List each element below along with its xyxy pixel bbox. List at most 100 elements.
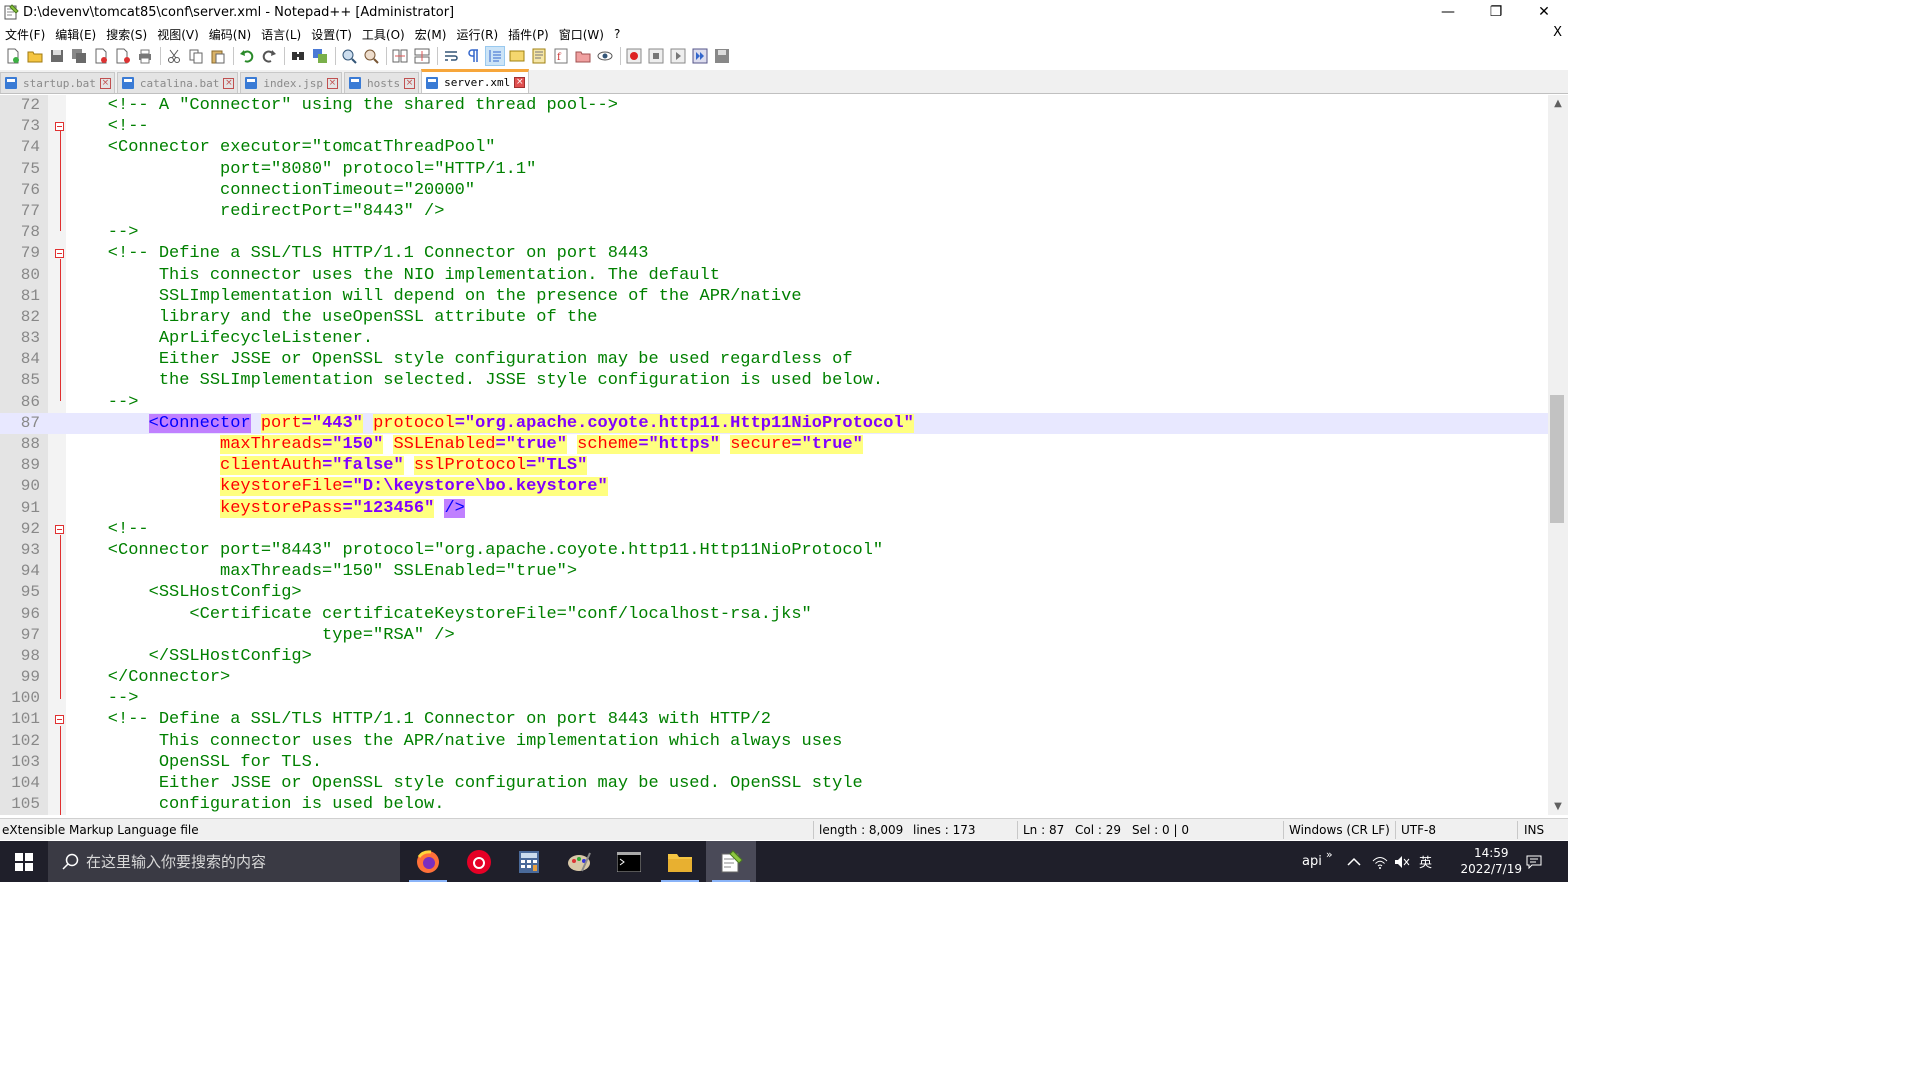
menu-help[interactable]: ? bbox=[609, 27, 625, 41]
tab-close-icon[interactable]: × bbox=[404, 77, 416, 89]
copy-icon[interactable] bbox=[186, 46, 206, 66]
folder-as-workspace-icon[interactable] bbox=[573, 46, 593, 66]
code-line[interactable]: 82 library and the useOpenSSL attribute … bbox=[0, 307, 1548, 328]
code-line[interactable]: 88 maxThreads="150" SSLEnabled="true" sc… bbox=[0, 434, 1548, 455]
code-line[interactable]: 94 maxThreads="150" SSLEnabled="true"> bbox=[0, 561, 1548, 582]
code-line[interactable]: 104 Either JSSE or OpenSSL style configu… bbox=[0, 773, 1548, 794]
code-line[interactable]: 89 clientAuth="false" sslProtocol="TLS" bbox=[0, 455, 1548, 476]
volume-muted-icon[interactable] bbox=[1394, 841, 1410, 882]
macro-save-icon[interactable] bbox=[712, 46, 732, 66]
code-line[interactable]: 84 Either JSSE or OpenSSL style configur… bbox=[0, 349, 1548, 370]
menu-settings[interactable]: 设置(T) bbox=[306, 26, 357, 43]
close-button[interactable]: ✕ bbox=[1520, 0, 1568, 24]
code-line[interactable]: 95 <SSLHostConfig> bbox=[0, 582, 1548, 603]
code-line[interactable]: 85 the SSLImplementation selected. JSSE … bbox=[0, 370, 1548, 391]
word-wrap-icon[interactable] bbox=[441, 46, 461, 66]
menu-edit[interactable]: 编辑(E) bbox=[50, 26, 101, 43]
code-line[interactable]: 97 type="RSA" /> bbox=[0, 625, 1548, 646]
tab-index-jsp[interactable]: index.jsp × bbox=[240, 72, 342, 93]
taskbar-file-explorer[interactable] bbox=[655, 841, 705, 882]
fold-toggle-icon[interactable] bbox=[55, 249, 64, 259]
code-line[interactable]: 79 <!-- Define a SSL/TLS HTTP/1.1 Connec… bbox=[0, 243, 1548, 264]
close-all-icon[interactable] bbox=[113, 46, 133, 66]
menu-tools[interactable]: 工具(O) bbox=[357, 26, 410, 43]
find-icon[interactable] bbox=[288, 46, 308, 66]
document-map-icon[interactable] bbox=[529, 46, 549, 66]
code-line[interactable]: 86 --> bbox=[0, 392, 1548, 413]
code-line[interactable]: 72 <!-- A "Connector" using the shared t… bbox=[0, 95, 1548, 116]
maximize-button[interactable]: ❐ bbox=[1472, 0, 1520, 24]
taskbar-notepadpp[interactable] bbox=[706, 841, 756, 882]
scroll-up-icon[interactable]: ▲ bbox=[1548, 95, 1568, 112]
tab-close-icon[interactable]: × bbox=[514, 77, 526, 88]
tray-api[interactable]: api » bbox=[1302, 841, 1333, 882]
sync-horizontal-icon[interactable] bbox=[412, 46, 432, 66]
scroll-down-icon[interactable]: ▼ bbox=[1548, 798, 1568, 815]
code-line[interactable]: 74 <Connector executor="tomcatThreadPool… bbox=[0, 137, 1548, 158]
redo-icon[interactable] bbox=[259, 46, 279, 66]
notification-icon[interactable] bbox=[1526, 841, 1542, 882]
menu-window[interactable]: 窗口(W) bbox=[554, 26, 609, 43]
fold-toggle-icon[interactable] bbox=[55, 524, 64, 534]
code-line[interactable]: 77 redirectPort="8443" /> bbox=[0, 201, 1548, 222]
macro-play-icon[interactable] bbox=[668, 46, 688, 66]
indent-guide-icon[interactable] bbox=[485, 46, 505, 66]
save-all-icon[interactable] bbox=[69, 46, 89, 66]
macro-stop-icon[interactable] bbox=[646, 46, 666, 66]
close-file-icon[interactable] bbox=[91, 46, 111, 66]
start-button[interactable] bbox=[0, 841, 48, 882]
macro-play-multiple-icon[interactable] bbox=[690, 46, 710, 66]
cut-icon[interactable] bbox=[164, 46, 184, 66]
code-line[interactable]: 81 SSLImplementation will depend on the … bbox=[0, 286, 1548, 307]
taskbar-firefox[interactable] bbox=[403, 841, 453, 882]
tab-server-xml[interactable]: server.xml × bbox=[421, 69, 530, 93]
code-line[interactable]: 92 <!-- bbox=[0, 519, 1548, 540]
menu-language[interactable]: 语言(L) bbox=[256, 26, 306, 43]
tab-close-icon[interactable]: × bbox=[99, 77, 111, 89]
tab-startup-bat[interactable]: startup.bat × bbox=[0, 72, 115, 93]
wifi-icon[interactable] bbox=[1372, 841, 1388, 882]
code-line[interactable]: 98 </SSLHostConfig> bbox=[0, 646, 1548, 667]
tab-close-icon[interactable]: × bbox=[326, 77, 338, 89]
function-list-icon[interactable]: f bbox=[551, 46, 571, 66]
code-line[interactable]: 83 AprLifecycleListener. bbox=[0, 328, 1548, 349]
code-line[interactable]: 73 <!-- bbox=[0, 116, 1548, 137]
menu-encoding[interactable]: 编码(N) bbox=[204, 26, 256, 43]
taskbar-netease-music[interactable] bbox=[454, 841, 504, 882]
code-line[interactable]: 99 </Connector> bbox=[0, 667, 1548, 688]
vertical-scrollbar[interactable]: ▲ ▼ bbox=[1548, 95, 1568, 815]
taskbar-terminal[interactable] bbox=[604, 841, 654, 882]
macro-record-icon[interactable] bbox=[624, 46, 644, 66]
undo-icon[interactable] bbox=[237, 46, 257, 66]
code-line[interactable]: 103 OpenSSL for TLS. bbox=[0, 752, 1548, 773]
menu-view[interactable]: 视图(V) bbox=[152, 26, 204, 43]
ime-indicator[interactable]: 英 bbox=[1419, 841, 1432, 882]
minimize-button[interactable]: — bbox=[1424, 0, 1472, 24]
replace-icon[interactable] bbox=[310, 46, 330, 66]
code-line[interactable]: 91 keystorePass="123456" /> bbox=[0, 498, 1548, 519]
tab-catalina-bat[interactable]: catalina.bat × bbox=[116, 72, 239, 93]
tab-close-icon[interactable]: × bbox=[223, 77, 235, 89]
code-line[interactable]: 100 --> bbox=[0, 688, 1548, 709]
fold-toggle-icon[interactable] bbox=[55, 122, 64, 132]
code-line[interactable]: 101 <!-- Define a SSL/TLS HTTP/1.1 Conne… bbox=[0, 709, 1548, 730]
code-line[interactable]: 102 This connector uses the APR/native i… bbox=[0, 731, 1548, 752]
code-line[interactable]: 75 port="8080" protocol="HTTP/1.1" bbox=[0, 159, 1548, 180]
code-line[interactable]: 90 keystoreFile="D:\keystore\bo.keystore… bbox=[0, 476, 1548, 497]
new-file-icon[interactable] bbox=[3, 46, 23, 66]
zoom-out-icon[interactable] bbox=[361, 46, 381, 66]
save-icon[interactable] bbox=[47, 46, 67, 66]
menu-plugins[interactable]: 插件(P) bbox=[503, 26, 554, 43]
open-file-icon[interactable] bbox=[25, 46, 45, 66]
tab-hosts[interactable]: hosts × bbox=[343, 72, 420, 93]
code-line[interactable]: 87 <Connector port="443" protocol="org.a… bbox=[0, 412, 1548, 434]
code-line[interactable]: 105 configuration is used below. bbox=[0, 794, 1548, 815]
code-line[interactable]: 76 connectionTimeout="20000" bbox=[0, 180, 1548, 201]
paste-icon[interactable] bbox=[208, 46, 228, 66]
print-icon[interactable] bbox=[135, 46, 155, 66]
editor-area[interactable]: 72 <!-- A "Connector" using the shared t… bbox=[0, 95, 1568, 815]
taskbar-calculator[interactable] bbox=[504, 841, 554, 882]
menu-file[interactable]: 文件(F) bbox=[0, 26, 50, 43]
code-line[interactable]: 96 <Certificate certificateKeystoreFile=… bbox=[0, 604, 1548, 625]
taskbar-search-box[interactable]: 在这里输入你要搜索的内容 bbox=[48, 841, 400, 882]
